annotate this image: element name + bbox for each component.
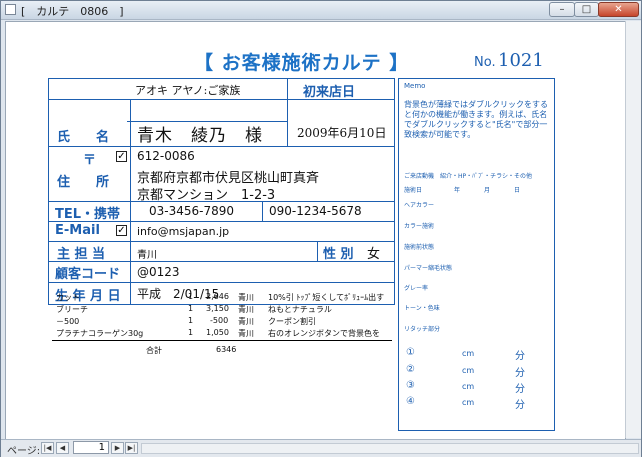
address-label: 住 所 — [57, 175, 110, 190]
memo-item: ヘアカラー — [404, 202, 435, 209]
next-page-button[interactable]: ▶ — [111, 442, 124, 454]
title-bar: [ カルテ 0806 ] – □ ✕ — [1, 1, 641, 20]
postal-checkbox[interactable]: ✓ — [116, 151, 127, 162]
record-number: 1021 — [498, 50, 544, 71]
gender-value[interactable]: 女 — [367, 243, 380, 262]
horizontal-scrollbar[interactable] — [141, 443, 639, 454]
timer-number: ④ — [406, 396, 415, 407]
name-label: 氏 名 — [57, 130, 110, 145]
record-navigation-bar: ページ: |◀ ◀ 1 ▶ ▶| — [1, 439, 641, 457]
memo-note: 背景色が薄緑ではダブルクリックをすると何かの機能が働きます。例えば、氏名でダブル… — [404, 100, 548, 139]
memo-title: Memo — [404, 82, 426, 90]
service-note: ねもとナチュラル — [268, 305, 332, 314]
day-label: 日 — [514, 187, 521, 194]
memo-item: トーン・色味 — [404, 305, 440, 312]
last-page-button[interactable]: ▶| — [125, 442, 138, 454]
service-staff: 青川 — [238, 317, 254, 326]
postal-mark: 〒 — [83, 153, 97, 168]
timer-unit-cm: cm — [462, 398, 475, 407]
month-label: 月 — [484, 187, 491, 194]
timer-number: ① — [406, 347, 415, 358]
email-label: E-Mail — [55, 223, 100, 238]
minimize-button[interactable]: – — [549, 2, 575, 17]
email-value[interactable]: info@msjapan.jp — [137, 225, 229, 238]
service-price: 2,646 — [206, 292, 229, 301]
customer-code-label: 顧客コード — [55, 267, 121, 282]
timer-unit-min: 分 — [515, 400, 525, 411]
page-title: 【 お客様施術カルテ 】 — [194, 52, 410, 74]
timer-number: ③ — [406, 380, 415, 391]
first-visit-date: 2009年6月10日 — [297, 126, 387, 140]
tel-value[interactable]: 03-3456-7890 — [149, 204, 234, 218]
memo-item: パーマー縮毛状態 — [404, 265, 453, 272]
previous-page-button[interactable]: ◀ — [56, 442, 69, 454]
service-name: プラチナコラーゲン30g — [56, 329, 144, 338]
customer-form: アオキ アヤノ:ご家族 初来店日 2009年6月10日 氏 名 青木 綾乃 様 … — [48, 78, 395, 305]
service-staff: 青川 — [238, 329, 254, 338]
timer-unit-cm: cm — [462, 349, 475, 358]
service-qty: 1 — [188, 328, 194, 337]
staff-value[interactable]: 青川 — [137, 246, 157, 261]
name-kana: アオキ アヤノ:ご家族 — [135, 84, 241, 97]
first-visit-label: 初来店日 — [303, 85, 356, 100]
customer-name[interactable]: 青木 綾乃 様 — [137, 121, 263, 146]
timer-unit-min: 分 — [515, 368, 525, 379]
memo-item: リタッチ部分 — [404, 326, 441, 333]
service-name: ブリーチ — [56, 305, 88, 314]
gender-label: 性 別 — [323, 247, 354, 262]
service-note: クーポン割引 — [268, 317, 316, 326]
year-label: 年 — [454, 187, 461, 194]
window-icon — [5, 4, 16, 15]
memo-item: グレー率 — [404, 285, 429, 292]
service-name: －500 — [56, 317, 80, 326]
visit-motive: ご来店動機 紹介・HP・ﾊﾟﾌﾞ・チラシ・その他 — [404, 173, 533, 180]
service-name: カット — [56, 293, 80, 302]
total-value: 6346 — [216, 345, 237, 354]
timer-unit-cm: cm — [462, 366, 475, 375]
address-line2[interactable]: 京都マンション 1-2-3 — [137, 184, 275, 203]
customer-code[interactable]: @0123 — [137, 265, 180, 279]
timer-unit-min: 分 — [515, 351, 525, 362]
service-note: 右のオレンジボタンで背景色を — [268, 329, 380, 338]
postal-code[interactable]: 612-0086 — [137, 149, 195, 163]
timer-number: ② — [406, 364, 415, 375]
staff-label: 主 担 当 — [57, 247, 106, 262]
service-price: -500 — [210, 316, 229, 325]
window-title: [ カルテ 0806 ] — [21, 5, 124, 18]
page-label: ページ: — [7, 446, 41, 457]
report-window: [ カルテ 0806 ] – □ ✕ 【 お客様施術カルテ 】 No. 1021… — [0, 0, 642, 457]
service-staff: 青川 — [238, 293, 254, 302]
service-qty: 1 — [188, 316, 194, 325]
vertical-scrollbar[interactable] — [625, 21, 641, 438]
service-qty: 1 — [188, 304, 194, 313]
record-number-label: No. — [474, 55, 496, 70]
service-note: 10%引 ﾄｯﾌﾟ短くしてﾎﾞﾘｭｰﾑ出す — [268, 293, 385, 302]
timer-unit-min: 分 — [515, 384, 525, 395]
mobile-value[interactable]: 090-1234-5678 — [269, 204, 362, 218]
memo-item: 施術前状態 — [404, 244, 435, 251]
total-label: 合計 — [146, 346, 162, 355]
maximize-button[interactable]: □ — [574, 2, 599, 17]
tel-label: TEL・携帯 — [55, 207, 121, 222]
first-page-button[interactable]: |◀ — [41, 442, 54, 454]
memo-item: カラー施術 — [404, 223, 435, 230]
service-price: 3,150 — [206, 304, 229, 313]
report-page: 【 お客様施術カルテ 】 No. 1021 アオキ アヤノ:ご家族 初来店日 2… — [5, 21, 626, 440]
page-number-input[interactable]: 1 — [73, 441, 109, 454]
service-qty: 1 — [188, 292, 194, 301]
total-divider — [52, 340, 392, 341]
service-price: 1,050 — [206, 328, 229, 337]
treatment-date-label: 施術日 — [404, 187, 423, 194]
close-button[interactable]: ✕ — [598, 2, 639, 17]
service-staff: 青川 — [238, 305, 254, 314]
email-checkbox[interactable]: ✓ — [116, 225, 127, 236]
timer-unit-cm: cm — [462, 382, 475, 391]
